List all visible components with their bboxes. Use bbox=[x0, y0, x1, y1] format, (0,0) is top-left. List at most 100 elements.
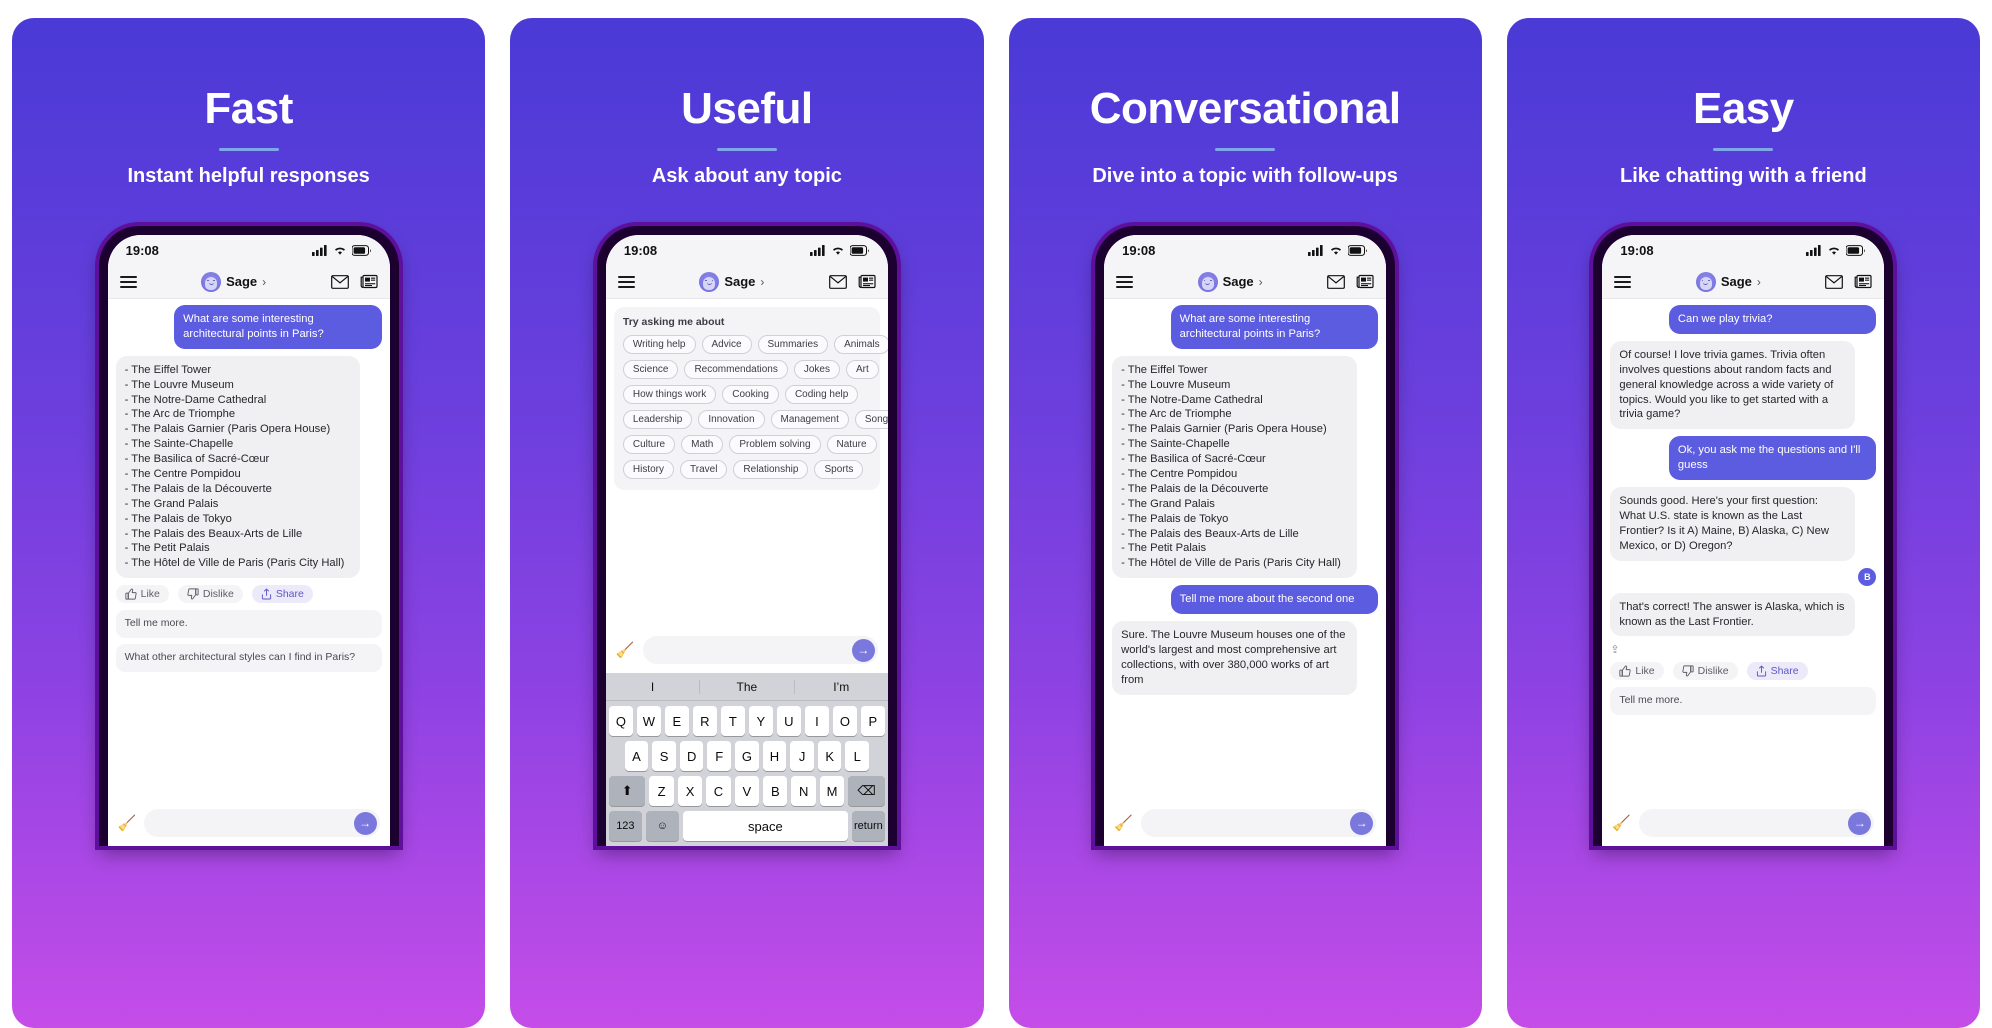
bot-identity[interactable]: Sage › bbox=[1197, 271, 1263, 292]
topic-chip[interactable]: Management bbox=[770, 410, 849, 429]
key-k[interactable]: K bbox=[817, 741, 842, 771]
key-r[interactable]: R bbox=[692, 706, 717, 736]
topic-chip[interactable]: Travel bbox=[680, 460, 728, 479]
topic-chip[interactable]: Leadership bbox=[622, 410, 693, 429]
news-feed-icon[interactable] bbox=[1854, 274, 1872, 289]
send-button[interactable]: → bbox=[851, 638, 875, 662]
prediction-word[interactable]: The bbox=[700, 679, 795, 694]
topic-chip[interactable]: Math bbox=[681, 435, 724, 454]
key-h[interactable]: H bbox=[762, 741, 787, 771]
topic-chip[interactable]: Innovation bbox=[698, 410, 765, 429]
bot-identity[interactable]: Sage › bbox=[201, 271, 266, 292]
hamburger-menu-icon[interactable] bbox=[1116, 275, 1134, 288]
news-feed-icon[interactable] bbox=[1356, 274, 1374, 289]
topic-chip[interactable]: Coding help bbox=[784, 385, 859, 404]
topic-chip[interactable]: Nature bbox=[826, 435, 877, 454]
message-input[interactable]: → bbox=[642, 636, 878, 664]
key-d[interactable]: D bbox=[679, 741, 704, 771]
suggestion-chip[interactable]: Tell me more. bbox=[1610, 687, 1877, 716]
key-m[interactable]: M bbox=[819, 776, 845, 806]
hamburger-menu-icon[interactable] bbox=[1614, 275, 1632, 288]
topic-chip[interactable]: Animals bbox=[834, 335, 888, 354]
message-input[interactable]: → bbox=[1140, 809, 1377, 837]
dislike-button[interactable]: Dislike bbox=[177, 585, 243, 604]
key-n[interactable]: N bbox=[791, 776, 816, 806]
prediction-word[interactable]: I’m bbox=[795, 680, 888, 694]
topic-chip[interactable]: Jokes bbox=[793, 360, 840, 379]
shift-key-icon[interactable]: ⬆ bbox=[608, 776, 646, 806]
key-t[interactable]: T bbox=[720, 706, 745, 736]
key-s[interactable]: S bbox=[652, 741, 676, 771]
topic-chip[interactable]: Advice bbox=[701, 335, 752, 354]
hamburger-menu-icon[interactable] bbox=[119, 275, 137, 288]
key-e[interactable]: E bbox=[664, 706, 689, 736]
key-c[interactable]: C bbox=[706, 776, 731, 806]
key-v[interactable]: V bbox=[734, 776, 760, 806]
return-key[interactable]: return bbox=[851, 811, 885, 841]
like-button[interactable]: Like bbox=[1610, 662, 1664, 681]
key-w[interactable]: W bbox=[636, 706, 661, 736]
key-g[interactable]: G bbox=[735, 741, 759, 771]
chat-scroll-area[interactable]: What are some interesting architectural … bbox=[1104, 299, 1387, 802]
topic-chip[interactable]: History bbox=[622, 460, 674, 479]
bot-identity[interactable]: Sage › bbox=[1695, 271, 1761, 292]
key-y[interactable]: Y bbox=[748, 706, 773, 736]
broom-clear-icon[interactable]: 🧹 bbox=[616, 643, 635, 658]
chat-scroll-area[interactable]: Try asking me about Writing help Advice … bbox=[605, 299, 888, 629]
envelope-icon[interactable] bbox=[1825, 274, 1844, 289]
topic-chip[interactable]: Writing help bbox=[622, 335, 696, 354]
envelope-icon[interactable] bbox=[330, 274, 349, 289]
topic-chip[interactable]: Summaries bbox=[757, 335, 829, 354]
topic-chip[interactable]: Science bbox=[622, 360, 679, 379]
key-j[interactable]: J bbox=[790, 741, 814, 771]
share-button[interactable]: Share bbox=[251, 585, 313, 604]
key-o[interactable]: O bbox=[832, 706, 857, 736]
key-f[interactable]: F bbox=[707, 741, 732, 771]
topic-chip[interactable]: Cooking bbox=[722, 385, 779, 404]
key-l[interactable]: L bbox=[845, 741, 870, 771]
key-u[interactable]: U bbox=[776, 706, 801, 736]
bot-identity[interactable]: Sage › bbox=[699, 271, 764, 292]
chat-scroll-area[interactable]: Can we play trivia? Of course! I love tr… bbox=[1602, 299, 1885, 802]
topic-chip[interactable]: Songs bbox=[854, 410, 888, 429]
news-feed-icon[interactable] bbox=[858, 274, 876, 289]
topic-chip[interactable]: Relationship bbox=[733, 460, 809, 479]
send-button[interactable]: → bbox=[1350, 811, 1374, 835]
topic-chip[interactable]: Recommendations bbox=[684, 360, 788, 379]
dislike-button[interactable]: Dislike bbox=[1672, 662, 1738, 681]
send-button[interactable]: → bbox=[1848, 811, 1872, 835]
chat-scroll-area[interactable]: What are some interesting architectural … bbox=[107, 299, 390, 802]
share-button[interactable]: Share bbox=[1746, 662, 1808, 681]
topic-chip[interactable]: Art bbox=[845, 360, 879, 379]
share-icon[interactable]: ⇪ bbox=[1610, 643, 1876, 656]
envelope-icon[interactable] bbox=[1327, 274, 1346, 289]
topic-chip[interactable]: How things work bbox=[622, 385, 717, 404]
space-key[interactable]: space bbox=[682, 811, 848, 841]
broom-clear-icon[interactable]: 🧹 bbox=[1612, 816, 1631, 831]
key-z[interactable]: Z bbox=[649, 776, 674, 806]
broom-clear-icon[interactable]: 🧹 bbox=[1114, 816, 1133, 831]
like-button[interactable]: Like bbox=[115, 585, 169, 604]
key-p[interactable]: P bbox=[860, 706, 885, 736]
news-feed-icon[interactable] bbox=[360, 274, 378, 289]
key-b[interactable]: B bbox=[763, 776, 788, 806]
message-input[interactable]: → bbox=[1639, 809, 1875, 837]
suggestion-chip[interactable]: Tell me more. bbox=[115, 610, 382, 639]
topic-chip[interactable]: Culture bbox=[622, 435, 676, 454]
topic-chip[interactable]: Sports bbox=[814, 460, 864, 479]
backspace-key-icon[interactable]: ⌫ bbox=[848, 776, 885, 806]
suggestion-chip[interactable]: What other architectural styles can I fi… bbox=[115, 644, 382, 672]
prediction-word[interactable]: I bbox=[606, 679, 701, 694]
broom-clear-icon[interactable]: 🧹 bbox=[118, 816, 137, 831]
key-i[interactable]: I bbox=[804, 706, 829, 736]
send-button[interactable]: → bbox=[353, 811, 377, 835]
key-x[interactable]: X bbox=[677, 776, 703, 806]
message-input[interactable]: → bbox=[144, 809, 380, 837]
envelope-icon[interactable] bbox=[828, 274, 847, 289]
numeric-key[interactable]: 123 bbox=[608, 811, 642, 841]
topic-chip[interactable]: Problem solving bbox=[729, 435, 821, 454]
key-q[interactable]: Q bbox=[608, 706, 633, 736]
key-a[interactable]: A bbox=[624, 741, 649, 771]
hamburger-menu-icon[interactable] bbox=[617, 275, 635, 288]
emoji-key-icon[interactable]: ☺ bbox=[645, 811, 679, 841]
